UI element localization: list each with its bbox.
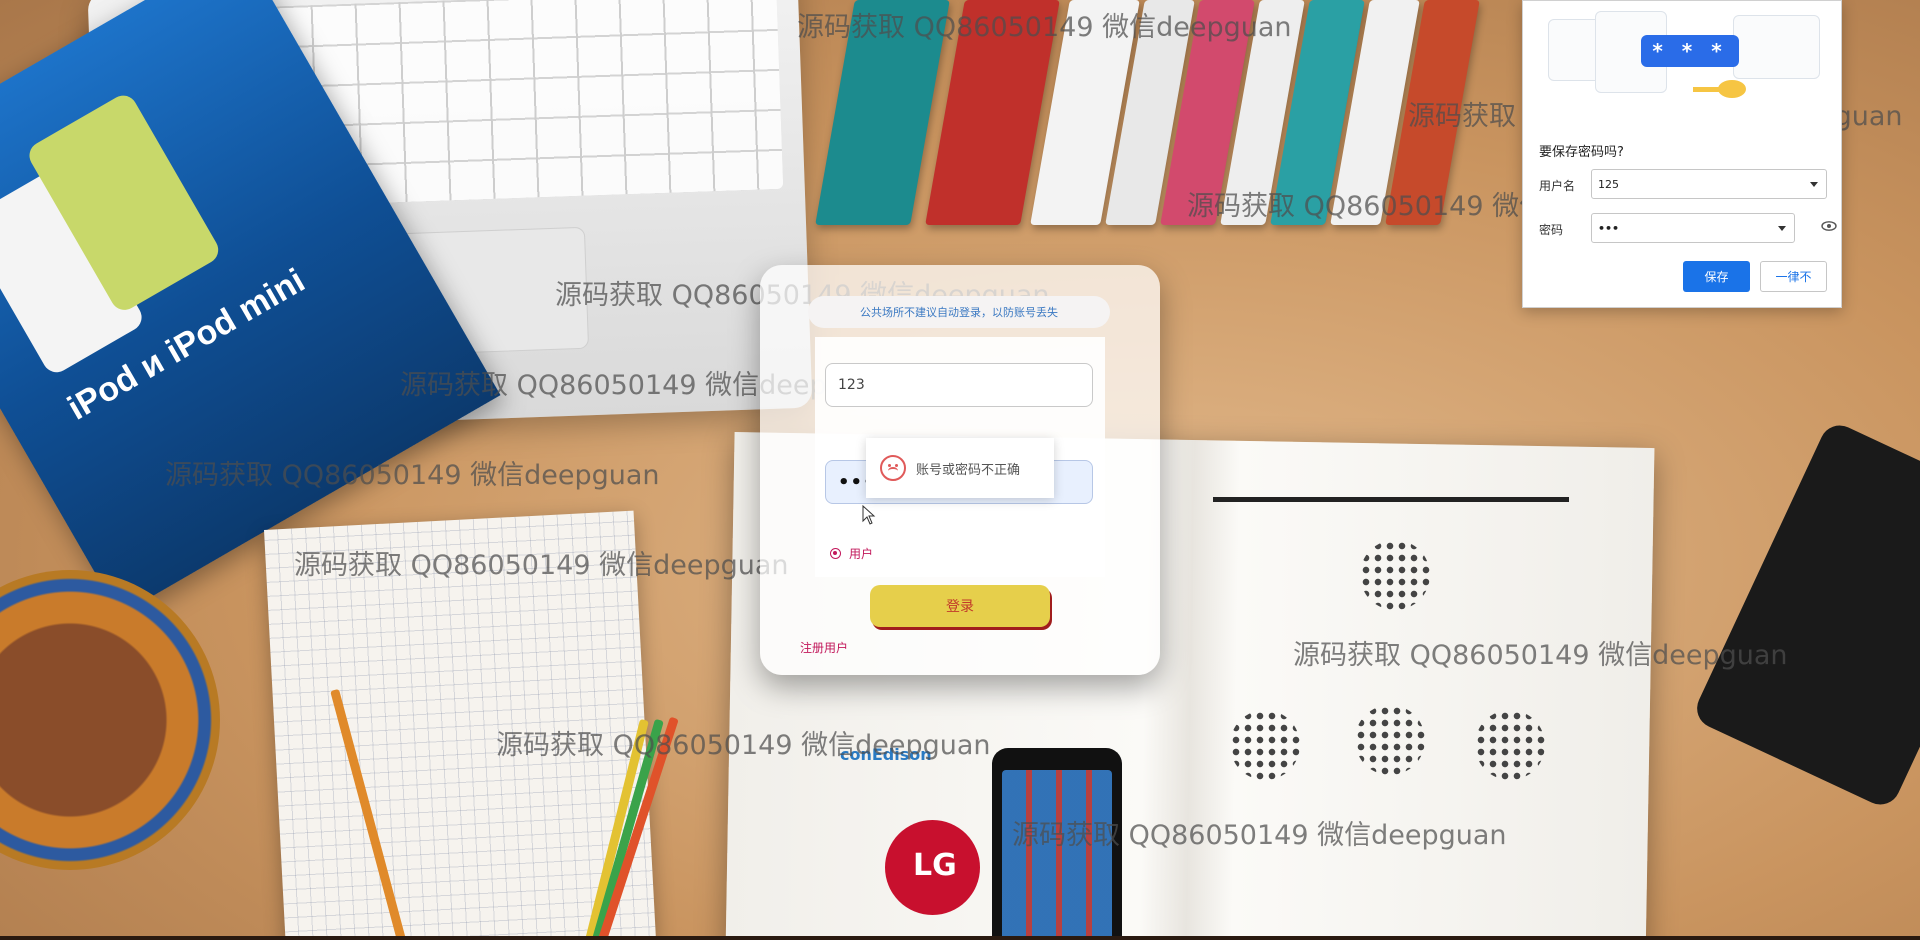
- lg-logo: LG: [885, 820, 980, 915]
- password-label: 密码: [1539, 223, 1564, 237]
- role-radio-user[interactable]: 用户: [830, 545, 873, 562]
- dot-logo: [1360, 540, 1430, 610]
- password-illustration: * * *: [1543, 5, 1821, 125]
- register-link[interactable]: 注册用户: [800, 639, 848, 656]
- eye-icon[interactable]: [1821, 221, 1837, 231]
- save-password-bubble: * * * 要保存密码吗? 用户名 125 密码 ••• 保存 一律不: [1522, 0, 1842, 308]
- bubble-title: 要保存密码吗?: [1539, 145, 1624, 160]
- phone-image: [992, 748, 1122, 940]
- magazine-rule: [1213, 497, 1569, 502]
- auto-login-notice: 公共场所不建议自动登录，以防账号丢失: [808, 296, 1110, 328]
- chevron-down-icon[interactable]: [1778, 226, 1786, 231]
- dot-logo: [1475, 710, 1545, 780]
- conedison-logo: conEdison: [840, 745, 932, 764]
- radio-selected-icon[interactable]: [830, 548, 841, 559]
- masked-password-pill: * * *: [1641, 35, 1739, 67]
- dot-logo: [1230, 710, 1300, 780]
- bottom-strip: [0, 936, 1920, 940]
- dot-logo: [1355, 705, 1425, 775]
- toast-message: 账号或密码不正确: [916, 462, 1021, 478]
- save-password-button[interactable]: 保存: [1683, 261, 1750, 292]
- key-icon: [1718, 80, 1746, 98]
- never-save-button[interactable]: 一律不: [1760, 261, 1827, 292]
- bubble-password-field[interactable]: •••: [1591, 213, 1795, 243]
- username-input[interactable]: 123: [825, 363, 1093, 407]
- username-label: 用户名: [1539, 179, 1576, 193]
- login-button[interactable]: 登录: [870, 585, 1050, 627]
- role-radio-label: 用户: [849, 547, 874, 561]
- bubble-username-field[interactable]: 125: [1591, 169, 1827, 199]
- books-image: [815, 0, 1515, 230]
- sad-face-icon: [880, 455, 906, 481]
- chevron-down-icon[interactable]: [1810, 182, 1818, 187]
- error-toast: 账号或密码不正确: [866, 438, 1054, 498]
- notebook-image: [264, 510, 656, 940]
- mouse-cursor-icon: [862, 505, 876, 525]
